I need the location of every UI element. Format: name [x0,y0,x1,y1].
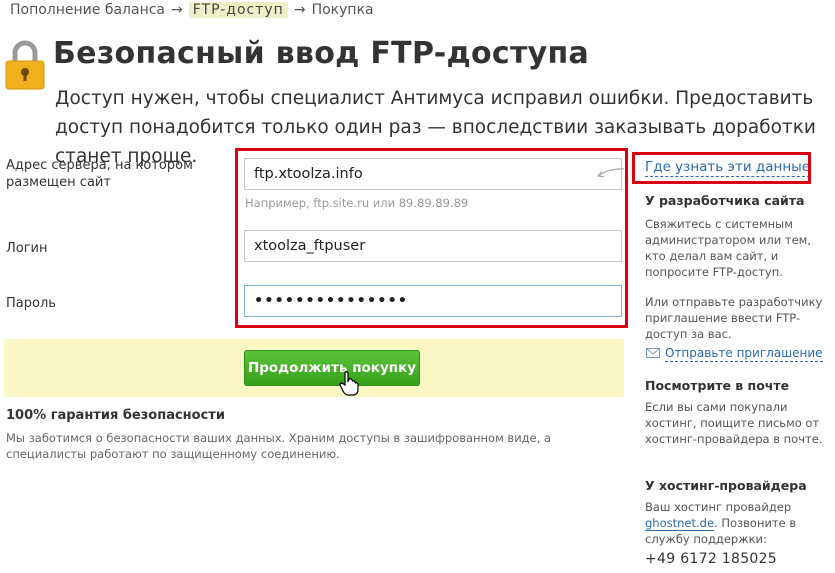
developer-section-text-2: Или отправьте разработчику приглашение в… [645,295,823,341]
server-label: Адрес сервера, на котором размещен сайт [6,158,193,190]
guarantee-title: 100% гарантия безопасности [6,408,225,423]
breadcrumb-item-ftp: FTP-доступ [188,2,288,18]
hand-cursor-icon [339,371,359,396]
developer-section-text: Свяжитесь с системным администратором ил… [645,217,811,279]
mail-section-title: Посмотрите в почте [645,378,790,393]
login-label: Логин [6,241,48,256]
hosting-section-text: Ваш хостинг провайдер ghostnet.de. Позво… [645,499,830,547]
help-link-highlight-frame [632,152,811,184]
breadcrumb-separator: → [171,2,183,18]
lock-icon [5,40,45,90]
mail-icon [646,348,660,358]
breadcrumb: Пополнение баланса → FTP-доступ → Покупка [10,2,374,18]
hosting-provider-link[interactable]: ghostnet.de [645,516,715,531]
hosting-text-before: Ваш хостинг провайдер [645,500,792,514]
support-phone: +49 6172 185025 [645,551,778,567]
continue-purchase-button[interactable]: Продолжить покупку [244,350,420,386]
breadcrumb-item-balance[interactable]: Пополнение баланса [10,2,165,18]
fields-highlight-frame [235,148,628,328]
send-invitation-link[interactable]: Отправьте приглашение [665,346,823,362]
guarantee-text: Мы заботимся о безопасности ваших данных… [6,431,552,461]
breadcrumb-separator: → [293,2,306,18]
page-title: Безопасный ввод FTP-доступа [53,36,590,71]
developer-section-title: У разработчика сайта [645,193,805,208]
breadcrumb-item-purchase[interactable]: Покупка [312,2,374,18]
mail-section-text: Если вы сами покупали хостинг, поищите п… [645,400,823,446]
hosting-section-title: У хостинг-провайдера [645,478,807,493]
password-label: Пароль [6,296,56,311]
